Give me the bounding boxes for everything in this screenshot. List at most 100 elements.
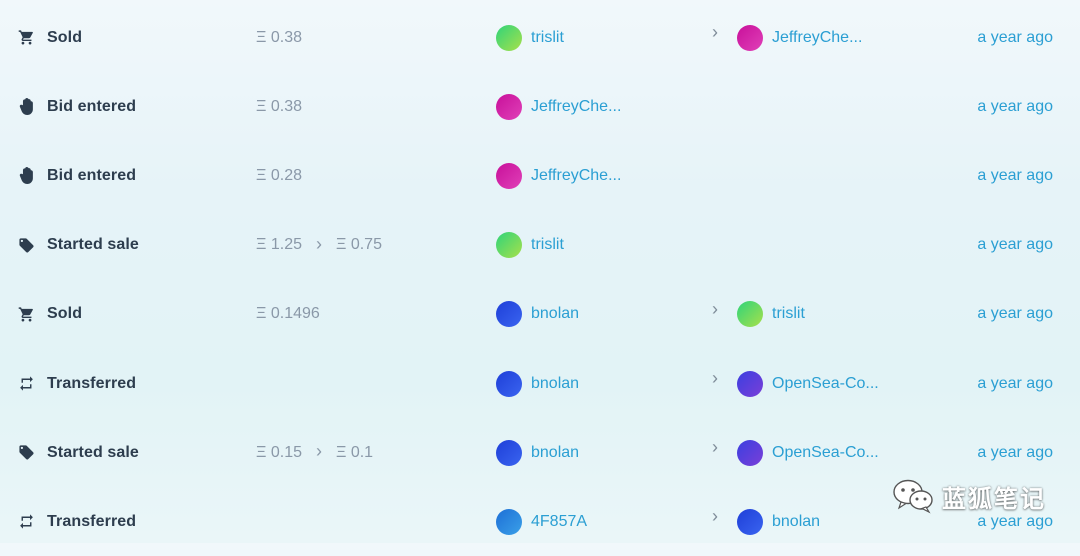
event-cell: Started sale [18,418,139,487]
event-label: Started sale [47,236,139,254]
from-username[interactable]: 4F857A [531,513,587,531]
chevron-right-icon: › [315,441,322,462]
avatar[interactable] [496,508,522,535]
table-row: Sold Ξ 0.38 trislit › JeffreyChe... a year ag… [0,3,1080,72]
watermark: 蓝狐笔记 [892,478,1046,514]
price-to-value: Ξ 0.1 [335,443,374,461]
price-cell: Ξ 0.38 [256,72,302,141]
price-value: Ξ 0.1496 [256,305,320,323]
avatar[interactable] [737,508,763,535]
event-cell: Sold [18,3,82,72]
transfer-icon [18,513,35,530]
chevron-right-icon: › [712,506,718,527]
event-label: Bid entered [47,166,137,184]
timestamp-link[interactable]: a year ago [977,141,1053,210]
wechat-icon [892,478,934,514]
hand-icon [18,167,35,185]
chevron-right-icon: › [712,368,718,388]
event-label: Sold [47,28,83,46]
from-username[interactable]: JeffreyChe... [531,98,621,116]
from-user-link[interactable]: bnolan [496,280,579,349]
from-username[interactable]: bnolan [531,444,579,462]
event-cell: Sold [18,280,82,349]
event-cell: Transferred [18,487,136,556]
avatar[interactable] [737,370,763,397]
chevron-right-icon: › [712,298,718,319]
from-user-link[interactable]: bnolan [496,418,579,487]
avatar[interactable] [496,232,522,259]
event-cell: Bid entered [18,141,136,210]
shopping-cart-icon [18,306,35,323]
from-username[interactable]: bnolan [531,305,579,323]
event-cell: Transferred [18,349,136,418]
from-user-link[interactable]: 4F857A [496,487,587,556]
from-user-link[interactable]: trislit [496,3,564,72]
price-cell: Ξ 0.15 › Ξ 0.1 [256,418,373,487]
to-username[interactable]: bnolan [772,513,820,531]
avatar[interactable] [737,301,763,328]
from-username[interactable]: JeffreyChe... [531,167,621,185]
timestamp-link[interactable]: a year ago [977,418,1053,487]
to-user-link[interactable]: JeffreyChe... [737,3,862,72]
price-cell: Ξ 1.25 › Ξ 0.75 [256,211,382,280]
avatar[interactable] [496,301,522,328]
price-value: Ξ 0.38 [256,97,302,115]
table-row: Started sale Ξ 1.25 › Ξ 0.75 trislit a year a… [0,211,1080,280]
avatar[interactable] [737,24,763,51]
event-cell: Bid entered [18,72,136,141]
timestamp-link[interactable]: a year ago [977,280,1053,349]
price-value: Ξ 0.38 [256,28,302,46]
event-cell: Started sale [18,211,139,280]
avatar[interactable] [737,439,763,466]
from-username[interactable]: trislit [531,236,564,254]
to-user-link[interactable]: bnolan [737,487,820,556]
avatar[interactable] [496,439,522,466]
table-row: Sold Ξ 0.1496 bnolan › trislit a year ago [0,280,1080,349]
shopping-cart-icon [18,29,35,46]
event-label: Transferred [47,374,137,392]
chevron-right-icon: › [315,233,322,254]
price-to-value: Ξ 0.75 [335,236,382,254]
table-row: Bid entered Ξ 0.38 JeffreyChe... a year ago [0,72,1080,141]
from-user-link[interactable]: JeffreyChe... [496,72,621,141]
avatar[interactable] [496,162,522,189]
to-username[interactable]: JeffreyChe... [772,29,862,47]
from-username[interactable]: trislit [531,29,564,47]
to-username[interactable]: OpenSea-Co... [772,375,879,393]
timestamp-link[interactable]: a year ago [977,211,1053,280]
chevron-right-icon: › [712,437,718,458]
watermark-text: 蓝狐笔记 [942,485,1046,513]
from-user-link[interactable]: bnolan [496,349,579,418]
table-row: Started sale Ξ 0.15 › Ξ 0.1 bnolan › OpenSea-C… [0,418,1080,487]
price-value: Ξ 0.15 [256,443,302,461]
event-label: Bid entered [47,97,137,115]
event-label: Sold [47,305,83,323]
price-value: Ξ 1.25 [256,236,302,254]
price-cell: Ξ 0.1496 [256,280,320,349]
price-value: Ξ 0.28 [256,166,302,184]
avatar[interactable] [496,24,522,51]
to-user-link[interactable]: OpenSea-Co... [737,349,879,418]
table-row: Bid entered Ξ 0.28 JeffreyChe... a year ago [0,141,1080,210]
to-user-link[interactable]: OpenSea-Co... [737,418,879,487]
timestamp-link[interactable]: a year ago [977,72,1053,141]
to-username[interactable]: OpenSea-Co... [772,444,879,462]
to-username[interactable]: trislit [772,305,805,323]
price-cell: Ξ 0.38 [256,3,302,72]
event-label: Started sale [47,443,139,461]
to-user-link[interactable]: trislit [737,280,805,349]
hand-icon [18,98,35,116]
trading-history-list: Sold Ξ 0.38 trislit › JeffreyChe... a year ag… [0,0,1080,543]
avatar[interactable] [496,370,522,397]
from-username[interactable]: bnolan [531,375,579,393]
from-user-link[interactable]: trislit [496,211,564,280]
transfer-icon [18,375,35,392]
timestamp-link[interactable]: a year ago [977,3,1053,72]
price-cell: Ξ 0.28 [256,141,302,210]
price-tag-icon [18,237,35,254]
event-label: Transferred [47,512,137,530]
table-row: Transferred bnolan › OpenSea-Co... a year ag… [0,349,1080,418]
avatar[interactable] [496,93,522,120]
timestamp-link[interactable]: a year ago [977,349,1053,418]
from-user-link[interactable]: JeffreyChe... [496,141,621,210]
